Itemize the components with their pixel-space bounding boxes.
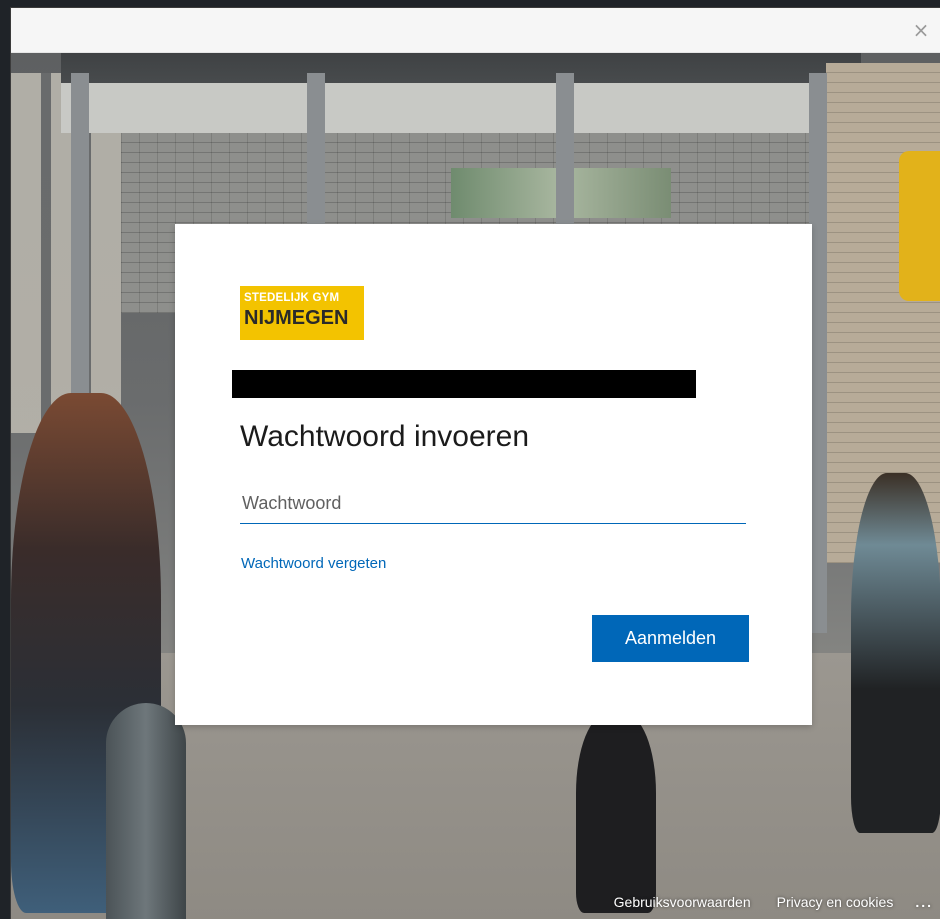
more-options-icon[interactable]: ... (915, 894, 933, 910)
login-dialog: STEDELIJK GYM NIJMEGEN Wachtwoord invoer… (175, 224, 812, 725)
logo-line2: NIJMEGEN (244, 307, 349, 329)
forgot-password-link[interactable]: Wachtwoord vergeten (241, 555, 386, 572)
school-logo: STEDELIJK GYM NIJMEGEN (240, 286, 364, 340)
title-bar: × (11, 8, 940, 53)
terms-link[interactable]: Gebruiksvoorwaarden (614, 894, 751, 910)
privacy-link[interactable]: Privacy en cookies (777, 894, 894, 910)
redacted-account-name (232, 370, 696, 398)
sign-in-button[interactable]: Aanmelden (592, 615, 749, 662)
logo-line1: STEDELIJK GYM (244, 292, 340, 304)
close-icon[interactable]: × (910, 20, 932, 42)
footer: Gebruiksvoorwaarden Privacy en cookies .… (11, 885, 940, 919)
page-title: Wachtwoord invoeren (240, 420, 530, 453)
password-input[interactable] (240, 484, 746, 524)
browser-window: × STEDELIJK GYM NIJMEGEN Wachtwoord invo… (10, 7, 940, 919)
